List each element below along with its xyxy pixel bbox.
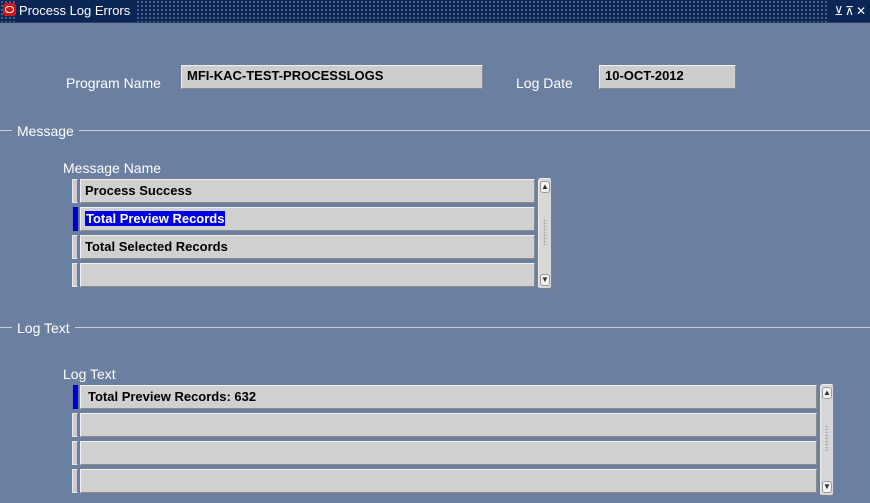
minimize-icon[interactable]: ⊻ — [834, 4, 845, 18]
message-row[interactable]: Total Selected Records — [80, 235, 535, 259]
log-date-label: Log Date — [516, 75, 573, 91]
section-divider — [0, 327, 870, 328]
message-section-title: Message — [12, 121, 79, 141]
message-section-header: Message — [0, 121, 870, 141]
scroll-grip-icon[interactable] — [543, 219, 547, 245]
row-indicator[interactable] — [72, 263, 78, 287]
scroll-up-icon[interactable]: ▲ — [822, 387, 832, 399]
log-date-field[interactable]: 10-OCT-2012 — [599, 65, 736, 89]
selected-text: Total Preview Records — [85, 211, 226, 226]
oracle-app-icon — [3, 3, 16, 16]
message-scrollbar[interactable]: ▲ ▼ — [538, 178, 552, 289]
window-titlebar: Process Log Errors ⊻⊼✕ — [0, 0, 870, 23]
program-name-label: Program Name — [66, 75, 161, 91]
row-indicator[interactable] — [72, 235, 78, 259]
log-scrollbar[interactable]: ▲ ▼ — [820, 384, 834, 496]
scroll-down-icon[interactable]: ▼ — [822, 481, 832, 493]
row-indicator[interactable] — [72, 469, 78, 493]
row-indicator-current[interactable] — [73, 207, 78, 231]
log-text-row[interactable]: Total Preview Records: 632 — [80, 385, 817, 409]
message-row-selected[interactable]: Total Preview Records — [80, 207, 535, 231]
window-title: Process Log Errors — [16, 0, 137, 22]
message-row[interactable]: Process Success — [80, 179, 535, 203]
scroll-up-icon[interactable]: ▲ — [540, 181, 550, 193]
scroll-grip-icon[interactable] — [825, 425, 829, 451]
log-text-row[interactable] — [80, 413, 817, 437]
close-icon[interactable]: ✕ — [856, 4, 868, 18]
message-row[interactable] — [80, 263, 535, 287]
log-text-row[interactable] — [80, 469, 817, 493]
maximize-icon[interactable]: ⊼ — [845, 4, 856, 18]
log-section-title: Log Text — [12, 318, 75, 338]
row-indicator[interactable] — [72, 179, 78, 203]
row-indicator[interactable] — [72, 413, 78, 437]
program-name-field[interactable]: MFI-KAC-TEST-PROCESSLOGS — [181, 65, 483, 89]
log-text-column-label: Log Text — [63, 366, 116, 382]
message-name-column-label: Message Name — [63, 160, 162, 176]
row-indicator-current[interactable] — [73, 385, 78, 409]
section-divider — [0, 130, 870, 131]
window-controls[interactable]: ⊻⊼✕ — [828, 0, 870, 22]
log-section-header: Log Text — [0, 318, 870, 338]
row-indicator[interactable] — [72, 441, 78, 465]
log-text-row[interactable] — [80, 441, 817, 465]
scroll-down-icon[interactable]: ▼ — [540, 274, 550, 286]
